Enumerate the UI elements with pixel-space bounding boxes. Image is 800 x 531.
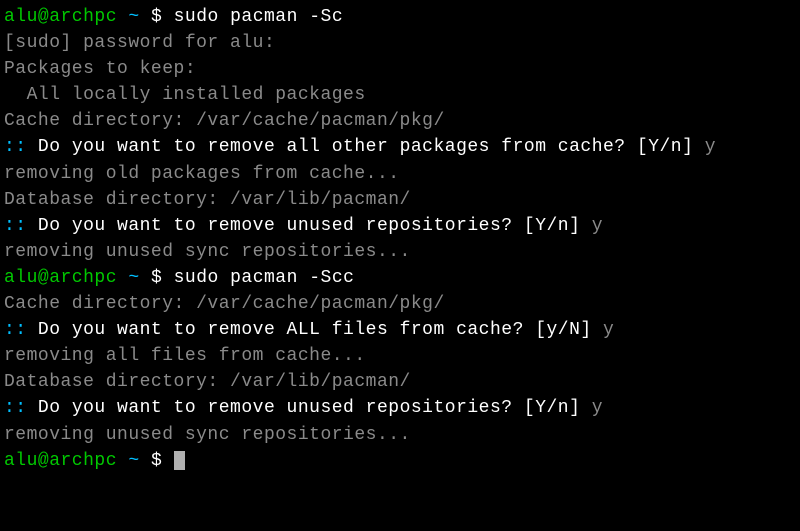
prompt-question-line: :: Do you want to remove unused reposito… (4, 395, 796, 421)
cwd-path: ~ (128, 268, 139, 288)
output-line: removing unused sync repositories... (4, 239, 796, 265)
prompt-question-line: :: Do you want to remove all other packa… (4, 134, 796, 160)
command-text: sudo pacman -Scc (174, 268, 355, 288)
command-text: sudo pacman -Sc (174, 7, 344, 27)
cwd-path: ~ (128, 7, 139, 27)
output-line: removing unused sync repositories... (4, 422, 796, 448)
output-line: Cache directory: /var/cache/pacman/pkg/ (4, 108, 796, 134)
cwd-path: ~ (128, 451, 139, 471)
output-line: Cache directory: /var/cache/pacman/pkg/ (4, 291, 796, 317)
question-marker: :: (4, 216, 27, 236)
output-line: All locally installed packages (4, 82, 796, 108)
prompt-question-line: :: Do you want to remove ALL files from … (4, 317, 796, 343)
prompt-symbol: $ (151, 7, 162, 27)
prompt-line-2: alu@archpc ~ $ sudo pacman -Scc (4, 265, 796, 291)
user-host: alu@archpc (4, 7, 117, 27)
question-marker: :: (4, 398, 27, 418)
user-host: alu@archpc (4, 268, 117, 288)
output-line: [sudo] password for alu: (4, 30, 796, 56)
prompt-question-line: :: Do you want to remove unused reposito… (4, 213, 796, 239)
user-host: alu@archpc (4, 451, 117, 471)
user-answer: y (592, 398, 603, 418)
question-marker: :: (4, 137, 27, 157)
question-text: Do you want to remove unused repositorie… (27, 216, 592, 236)
user-answer: y (603, 320, 614, 340)
cursor-block[interactable] (174, 451, 185, 470)
question-text: Do you want to remove ALL files from cac… (27, 320, 603, 340)
question-text: Do you want to remove unused repositorie… (27, 398, 592, 418)
prompt-line-1: alu@archpc ~ $ sudo pacman -Sc (4, 4, 796, 30)
question-text: Do you want to remove all other packages… (27, 137, 705, 157)
question-marker: :: (4, 320, 27, 340)
output-line: Database directory: /var/lib/pacman/ (4, 369, 796, 395)
output-line: removing old packages from cache... (4, 161, 796, 187)
prompt-symbol: $ (151, 268, 162, 288)
output-line: Database directory: /var/lib/pacman/ (4, 187, 796, 213)
user-answer: y (705, 137, 716, 157)
output-line: removing all files from cache... (4, 343, 796, 369)
user-answer: y (592, 216, 603, 236)
prompt-symbol: $ (151, 451, 162, 471)
prompt-line-3[interactable]: alu@archpc ~ $ (4, 448, 796, 474)
output-line: Packages to keep: (4, 56, 796, 82)
